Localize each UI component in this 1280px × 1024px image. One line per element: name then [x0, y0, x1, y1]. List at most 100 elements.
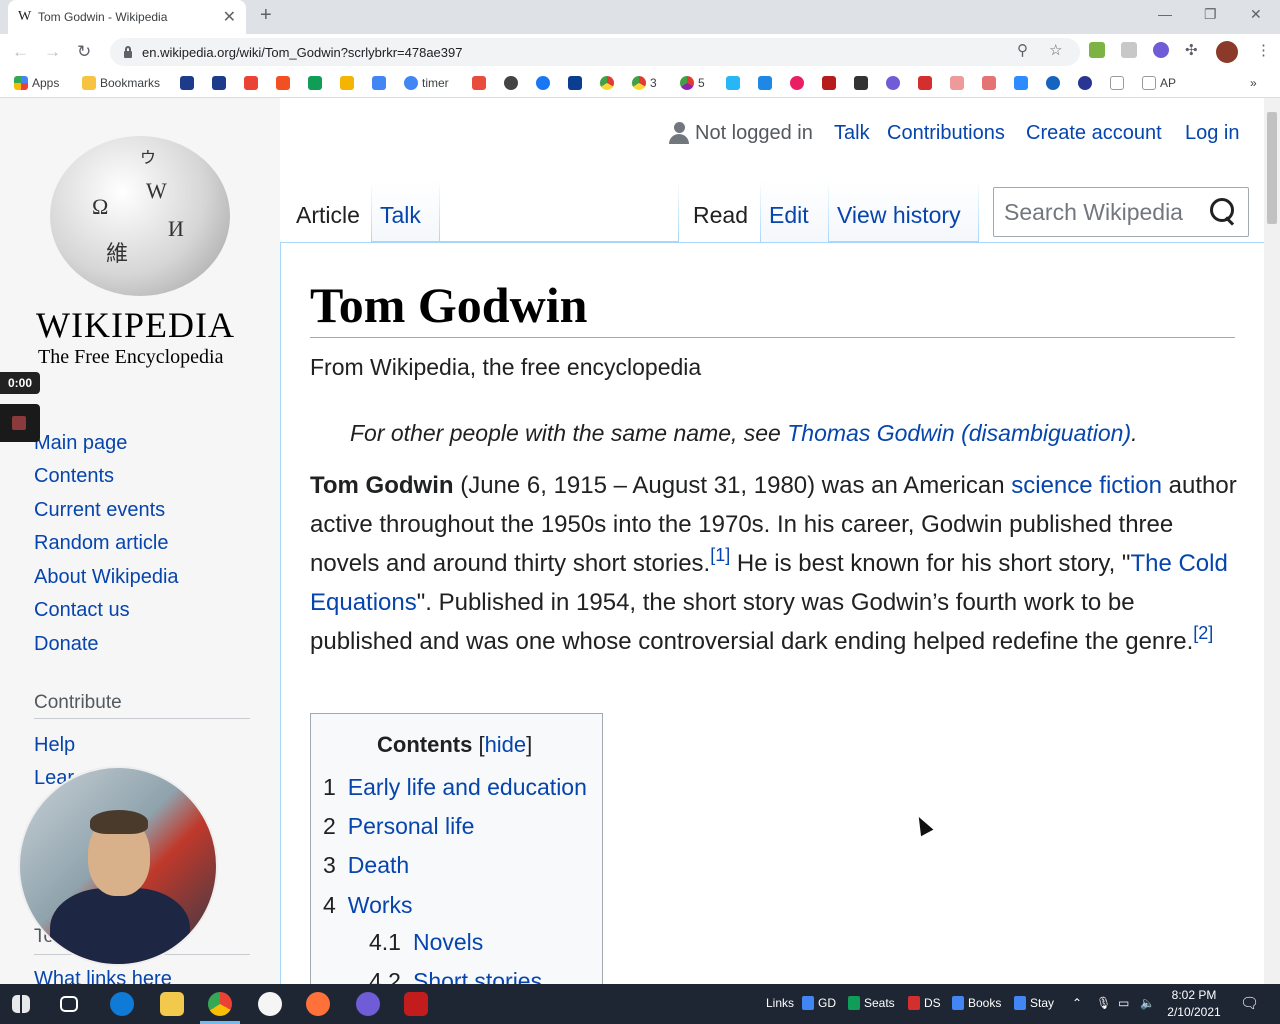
wikipedia-wordmark[interactable]: WIKIPEDIA — [36, 304, 235, 346]
network-icon[interactable]: ▭ — [1118, 996, 1129, 1010]
toc-item[interactable]: 2 Personal life — [323, 813, 474, 840]
acrobat-icon[interactable] — [404, 992, 428, 1016]
nav-current-events[interactable]: Current events — [34, 499, 165, 522]
bookmark-classroom[interactable] — [340, 76, 358, 90]
search-icon[interactable] — [1208, 196, 1238, 226]
bookmark-wikipedia[interactable] — [1110, 76, 1128, 90]
nav-about-wikipedia[interactable]: About Wikipedia — [34, 566, 179, 589]
bookmark-apps[interactable]: Apps — [14, 76, 59, 90]
bookmark-ap[interactable]: AP — [1142, 76, 1176, 90]
nav-donate[interactable]: Donate — [34, 633, 99, 656]
close-window-button[interactable]: ✕ — [1250, 6, 1262, 23]
bookmark-purple[interactable] — [886, 76, 904, 90]
close-tab-icon[interactable]: ✕ — [223, 7, 236, 27]
bookmark-zoom[interactable] — [1014, 76, 1032, 90]
bookmark-pink[interactable] — [790, 76, 808, 90]
tab-talk[interactable]: Talk — [372, 180, 439, 242]
bookmark-timer[interactable]: timer — [404, 76, 449, 90]
bookmark-gmail[interactable] — [244, 76, 262, 90]
file-explorer-icon[interactable] — [160, 992, 184, 1016]
nav-help[interactable]: Help — [34, 734, 75, 757]
tray-chevron-icon[interactable]: ⌃ — [1072, 996, 1082, 1010]
links-toolbar-label[interactable]: Links — [766, 996, 794, 1010]
bookmark-chat[interactable] — [758, 76, 776, 90]
extension-gray-icon[interactable] — [1121, 42, 1137, 58]
bookmark-f[interactable] — [726, 76, 744, 90]
toc-item[interactable]: 3 Death — [323, 852, 409, 879]
bookmarks-overflow-icon[interactable]: » — [1250, 76, 1257, 90]
volume-icon[interactable]: 🔈 — [1140, 996, 1155, 1010]
address-bar[interactable]: en.wikipedia.org/wiki/Tom_Godwin?scrlybr… — [110, 38, 1080, 66]
reference-1-link[interactable]: [1] — [710, 545, 730, 565]
nav-contents[interactable]: Contents — [34, 465, 114, 488]
science-fiction-link[interactable]: science fiction — [1011, 472, 1162, 499]
task-view-icon[interactable] — [60, 996, 78, 1012]
taskbar-stay[interactable]: Stay — [1014, 996, 1054, 1010]
bookmark-red[interactable] — [472, 76, 490, 90]
taskbar-books[interactable]: Books — [952, 996, 1001, 1010]
bookmark-b[interactable] — [822, 76, 840, 90]
browser-tab[interactable]: W Tom Godwin - Wikipedia ✕ — [8, 0, 246, 34]
bookmark-facebook[interactable] — [536, 76, 554, 90]
lock-icon[interactable] — [122, 46, 134, 58]
nav-random-article[interactable]: Random article — [34, 532, 169, 555]
restore-button[interactable]: ❐ — [1204, 6, 1217, 23]
toc-item[interactable]: 4.2 Short stories — [369, 968, 542, 984]
tab-article[interactable]: Article — [288, 180, 368, 242]
toc-item[interactable]: 4 Works — [323, 892, 413, 919]
extensions-puzzle-icon[interactable]: ✣ — [1185, 41, 1198, 59]
bookmark-office[interactable] — [276, 76, 294, 90]
create-account-link[interactable]: Create account — [1026, 122, 1162, 145]
taskbar-ds[interactable]: DS — [908, 996, 941, 1010]
bookmark-pen[interactable] — [854, 76, 872, 90]
bookmark-sis-1[interactable] — [180, 76, 198, 90]
tab-read[interactable]: Read — [685, 180, 756, 242]
bookmark-c[interactable] — [1046, 76, 1064, 90]
bookmark-weather[interactable] — [568, 76, 586, 90]
bookmark-pdf-2[interactable] — [950, 76, 968, 90]
itunes-icon[interactable] — [258, 992, 282, 1016]
personal-talk-link[interactable]: Talk — [834, 122, 870, 145]
browser-menu-icon[interactable]: ⋮ — [1256, 41, 1271, 59]
url-text[interactable]: en.wikipedia.org/wiki/Tom_Godwin?scrlybr… — [142, 45, 462, 60]
bookmark-pinwheel-3[interactable]: 3 — [632, 76, 657, 90]
bookmark-forms[interactable] — [372, 76, 390, 90]
page-scrollbar[interactable] — [1264, 98, 1280, 984]
contributions-link[interactable]: Contributions — [887, 122, 1005, 145]
profile-avatar[interactable] — [1216, 41, 1238, 63]
edge-icon[interactable] — [110, 992, 134, 1016]
bookmark-folder[interactable]: Bookmarks — [82, 76, 160, 90]
new-tab-button[interactable]: + — [260, 4, 272, 27]
toc-item[interactable]: 4.1 Novels — [369, 929, 483, 956]
reference-2-link[interactable]: [2] — [1193, 623, 1213, 643]
reload-button[interactable]: ↻ — [77, 42, 91, 62]
scrollbar-thumb[interactable] — [1267, 112, 1277, 224]
disambiguation-link[interactable]: Thomas Godwin (disambiguation) — [787, 420, 1131, 446]
zoom-icon[interactable]: ⚲ — [1017, 41, 1028, 59]
nav-main-page[interactable]: Main page — [34, 432, 127, 455]
bookmark-k[interactable] — [1078, 76, 1096, 90]
screen-recorder-icon[interactable] — [356, 992, 380, 1016]
bookmark-star-icon[interactable]: ☆ — [1049, 41, 1062, 59]
bookmark-pinwheel-5[interactable]: 5 — [680, 76, 705, 90]
log-in-link[interactable]: Log in — [1185, 122, 1240, 145]
tab-edit[interactable]: Edit — [761, 180, 828, 242]
bookmark-pdf[interactable] — [918, 76, 936, 90]
windows-start-icon[interactable] — [12, 995, 30, 1013]
notifications-icon[interactable]: 🗨 — [1240, 994, 1259, 1012]
taskbar-seats[interactable]: Seats — [848, 996, 895, 1010]
stop-recording-button[interactable] — [0, 404, 40, 442]
nav-what-links-here[interactable]: What links here — [34, 968, 172, 984]
forward-button[interactable]: → — [44, 42, 61, 62]
bookmark-drive[interactable] — [308, 76, 326, 90]
nav-contact-us[interactable]: Contact us — [34, 599, 130, 622]
minimize-button[interactable]: — — [1158, 6, 1172, 22]
chrome-icon[interactable] — [208, 992, 232, 1016]
back-button[interactable]: ← — [12, 42, 29, 62]
wikipedia-globe-logo[interactable]: Ω W И 維 ウ — [50, 136, 230, 296]
toc-hide-link[interactable]: hide — [485, 732, 527, 757]
system-clock[interactable]: 8:02 PM 2/10/2021 — [1160, 987, 1228, 1021]
bookmark-globe[interactable] — [504, 76, 522, 90]
tab-view-history[interactable]: View history — [829, 180, 978, 242]
extension-purple-icon[interactable] — [1153, 42, 1169, 58]
